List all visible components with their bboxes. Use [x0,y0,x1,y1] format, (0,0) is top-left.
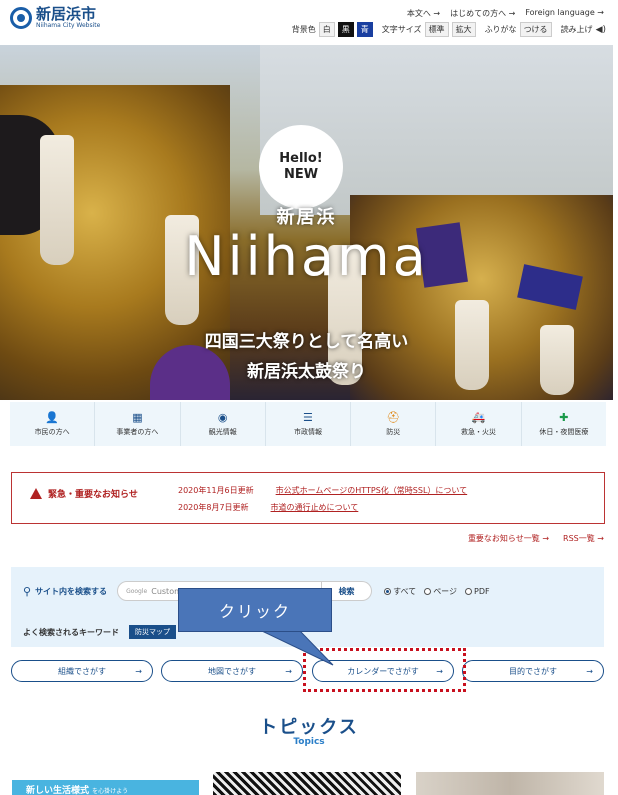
nav-disaster-prevention[interactable]: ⛑ 防災 [351,402,437,446]
site-logo[interactable]: 新居浜市 Niihama City Website [10,6,100,29]
list-item: 2020年11月6日更新 市公式ホームページのHTTPS化（常時SSL）について [178,485,467,496]
emergency-notice-box: 緊急・重要なお知らせ 2020年11月6日更新 市公式ホームページのHTTPS化… [11,472,605,524]
radio-all[interactable]: すべて [384,586,416,597]
topics-subtitle: Topics [293,737,325,747]
arrow-right-icon: → [586,666,593,676]
hero-name: Niihama [184,225,429,288]
link-first-visit[interactable]: はじめての方へ [450,8,515,19]
medical-bag-icon: ✚ [559,410,569,424]
map-pin-icon: ◉ [217,410,228,424]
font-standard-button[interactable]: 標準 [424,22,449,37]
nav-label: 観光情報 [208,427,237,436]
font-size-label: 文字サイズ [381,25,422,34]
header: 新居浜市 Niihama City Website 本文へ はじめての方へ Fo… [0,0,618,44]
notice-link[interactable]: 市公式ホームページのHTTPS化（常時SSL）について [276,485,468,496]
accessibility-tools: 背景色 白 黒 青 文字サイズ 標準 拡大 ふりがな つける 読み上げ ◀) [292,22,606,37]
furigana-label: ふりがな [484,25,517,34]
hello-new-bubble: Hello! NEW [259,125,343,221]
read-aloud-button[interactable]: 読み上げ [561,24,593,35]
emergency-list: 2020年11月6日更新 市公式ホームページのHTTPS化（常時SSL）について… [178,485,467,519]
radio-page[interactable]: ページ [424,586,457,597]
arrow-right-icon: → [135,666,142,676]
bg-blue-button[interactable]: 青 [356,22,373,37]
list-icon: ☰ [303,410,313,424]
keywords-label: よく検索されるキーワード [23,627,119,637]
nav-holiday-night-medical[interactable]: ✚ 休日・夜間医療 [522,402,606,446]
topic-card-image[interactable] [213,772,401,795]
notice-date: 2020年8月7日更新 [178,503,249,512]
bg-color-label: 背景色 [291,25,316,34]
nav-city-administration[interactable]: ☰ 市政情報 [266,402,352,446]
nav-tourism[interactable]: ◉ 観光情報 [181,402,266,446]
nav-label: 救急・火災 [461,427,497,436]
nav-label: 市政情報 [293,427,322,436]
arrow-right-icon: → [285,666,292,676]
nav-label: 防災 [386,427,401,436]
link-skip-to-content[interactable]: 本文へ [407,8,440,19]
nav-label: 市民の方へ [34,427,70,436]
nav-label: 休日・夜間医療 [539,427,589,436]
building-icon: ▦ [132,410,143,424]
emergency-heading: 緊急・重要なお知らせ [30,487,138,500]
topic-card-new-lifestyle[interactable]: 新しい生活様式 を心掛けよう [12,780,199,795]
logo-title: 新居浜市 [36,5,97,23]
topic-card-photo[interactable] [416,772,604,795]
list-item: 2020年8月7日更新 市道の通行止めについて [178,502,467,513]
find-by-purpose-button[interactable]: 目的でさがす → [462,660,604,682]
bg-white-button[interactable]: 白 [318,22,335,37]
important-notices-list-link[interactable]: 重要なお知らせ一覧 [468,533,549,544]
ambulance-icon: 🚑 [471,410,486,424]
nav-emergency-fire[interactable]: 🚑 救急・火災 [436,402,522,446]
find-by-organization-button[interactable]: 組織でさがす → [11,660,153,682]
topics-title: トピックス [259,717,359,738]
helmet-icon: ⛑ [386,410,401,424]
search-icon: ⚲ [23,584,32,598]
emergency-links: 重要なお知らせ一覧 RSS一覧 [468,533,604,544]
bubble-hello: Hello! [279,151,323,166]
hero-slideshow[interactable]: Hello! NEW 新居浜 Niihama 四国三大祭りとして名高い 新居浜太… [0,45,613,400]
speaker-icon[interactable]: ◀) [596,25,606,35]
rss-list-link[interactable]: RSS一覧 [563,533,604,544]
link-foreign-language[interactable]: Foreign language [525,8,604,19]
google-label: Google [126,587,148,595]
click-callout: クリック [178,588,332,632]
warning-icon [30,488,42,499]
city-emblem-icon [10,6,32,29]
find-by-map-button[interactable]: 地図でさがす → [161,660,303,682]
keyword-tag[interactable]: 防災マップ [129,625,176,639]
hero-caption-1: 四国三大祭りとして名高い [204,332,409,352]
top-links: 本文へ はじめての方へ Foreign language [407,8,604,19]
category-nav: 👤 市民の方へ ▦ 事業者の方へ ◉ 観光情報 ☰ 市政情報 ⛑ 防災 🚑 救急… [10,402,606,446]
nav-label: 事業者の方へ [116,427,159,436]
notice-link[interactable]: 市道の通行止めについて [271,502,359,513]
bg-black-button[interactable]: 黒 [337,22,354,37]
font-large-button[interactable]: 拡大 [451,22,476,37]
nav-citizens[interactable]: 👤 市民の方へ [10,402,96,446]
highlight-dotted-box [303,648,466,692]
bubble-new: NEW [283,167,319,182]
search-scope: すべて ページ PDF [384,586,490,597]
person-icon: 👤 [45,410,59,424]
hero-caption-2: 新居浜太鼓祭り [247,362,366,382]
nav-businesses[interactable]: ▦ 事業者の方へ [95,402,181,446]
logo-subtitle: Niihama City Website [36,22,101,29]
popular-keywords: よく検索されるキーワード 防災マップ [23,625,176,639]
search-label: ⚲ サイト内を検索する [23,584,108,598]
notice-date: 2020年11月6日更新 [178,486,254,495]
furigana-button[interactable]: つける [519,22,552,37]
radio-pdf[interactable]: PDF [465,586,490,597]
